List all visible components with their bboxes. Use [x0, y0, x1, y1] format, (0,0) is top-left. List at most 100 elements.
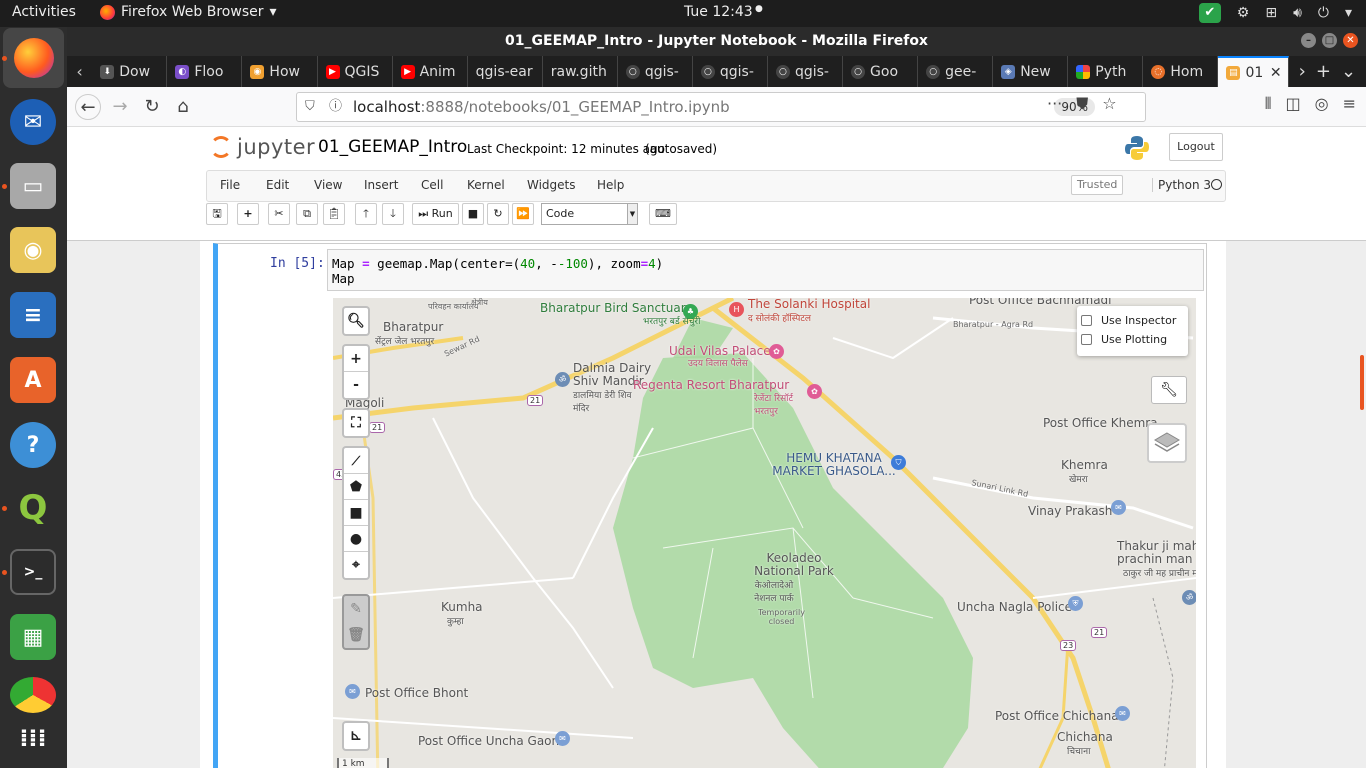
- move-down-icon[interactable]: 🡓: [382, 203, 404, 225]
- browser-tab[interactable]: ◌ Hom: [1143, 56, 1219, 87]
- tabs-scroll-right-icon[interactable]: ›: [1299, 61, 1306, 82]
- use-inspector-checkbox[interactable]: [1081, 315, 1092, 326]
- maximize-icon[interactable]: □: [1322, 33, 1337, 48]
- wrench-icon[interactable]: 🔧︎: [1151, 376, 1187, 404]
- chrome-icon[interactable]: [10, 677, 56, 713]
- police-pin-icon[interactable]: ⛨: [1068, 596, 1083, 611]
- logout-button[interactable]: Logout: [1169, 133, 1223, 161]
- copy-icon[interactable]: ⧉: [296, 203, 318, 225]
- zoom-in-icon[interactable]: +: [344, 346, 368, 372]
- activities-button[interactable]: Activities: [12, 4, 76, 20]
- url-bar[interactable]: ⛉ ⓘ localhost:8888/notebooks/01_GEEMAP_I…: [296, 92, 1146, 122]
- run-button[interactable]: ⏭ Run: [412, 203, 459, 225]
- hospital-pin-icon[interactable]: H: [729, 302, 744, 317]
- power-icon[interactable]: ⏻: [1318, 5, 1329, 21]
- minimize-icon[interactable]: –: [1301, 33, 1316, 48]
- rhythmbox-icon[interactable]: ◉: [10, 227, 56, 273]
- zoom-out-icon[interactable]: -: [344, 372, 368, 398]
- shopping-pin-icon[interactable]: ⛉: [891, 455, 906, 470]
- fullscreen-control[interactable]: ⛶: [342, 408, 370, 438]
- browser-tab[interactable]: ◉ How: [242, 56, 318, 87]
- use-inspector-option[interactable]: Use Inspector: [1081, 314, 1176, 327]
- menu-view[interactable]: View: [314, 178, 342, 192]
- draw-marker-icon[interactable]: ⌖: [344, 552, 368, 578]
- settings-tray-icon[interactable]: ⚙: [1237, 5, 1250, 21]
- sidebar-icon[interactable]: ◫: [1286, 94, 1301, 114]
- close-icon[interactable]: ✕: [1343, 33, 1358, 48]
- page-scrollbar[interactable]: [1360, 355, 1364, 410]
- insert-cell-icon[interactable]: +: [237, 203, 259, 225]
- hotel-pin-icon[interactable]: ✿: [807, 384, 822, 399]
- chevron-down-icon[interactable]: ▾: [1345, 5, 1352, 21]
- restart-icon[interactable]: ↻: [487, 203, 509, 225]
- interrupt-icon[interactable]: ■: [462, 203, 484, 225]
- browser-tab[interactable]: ◈ New: [993, 56, 1069, 87]
- menu-file[interactable]: File: [220, 178, 240, 192]
- paste-icon[interactable]: 📋︎: [323, 203, 345, 225]
- bookmark-star-icon[interactable]: ☆: [1102, 94, 1116, 114]
- measure-control[interactable]: ⊾: [342, 721, 370, 751]
- move-up-icon[interactable]: 🡑: [355, 203, 377, 225]
- leaflet-map[interactable]: Bharatpur Bird Sanctuary भरतपुर बर्ड सैं…: [333, 298, 1196, 768]
- account-icon[interactable]: ◎: [1315, 94, 1329, 114]
- clock[interactable]: Tue 12:43: [684, 4, 753, 20]
- map-search-control[interactable]: 🔍︎: [342, 306, 370, 336]
- writer-icon[interactable]: ≡: [10, 292, 56, 338]
- browser-tab[interactable]: ◐ Floo: [167, 56, 243, 87]
- cell-type-select[interactable]: Code ▼: [541, 203, 638, 225]
- reload-icon[interactable]: ↻: [139, 94, 165, 120]
- browser-tab[interactable]: ○ Goo: [843, 56, 919, 87]
- command-palette-icon[interactable]: ⌨: [649, 203, 677, 225]
- update-check-icon[interactable]: ✔: [1198, 3, 1221, 23]
- menu-kernel[interactable]: Kernel: [467, 178, 505, 192]
- trusted-indicator[interactable]: Trusted: [1071, 175, 1124, 195]
- menu-widgets[interactable]: Widgets: [527, 178, 576, 192]
- show-apps-icon[interactable]: ⁞⁞⁞: [10, 715, 56, 761]
- forward-icon[interactable]: →: [107, 94, 133, 120]
- app-menu[interactable]: Firefox Web Browser ▾: [100, 4, 277, 20]
- notebook-name[interactable]: 01_GEEMAP_Intro: [318, 137, 467, 157]
- hamburger-menu-icon[interactable]: ≡: [1343, 94, 1356, 114]
- search-icon[interactable]: 🔍︎: [344, 308, 368, 334]
- new-tab-icon[interactable]: +: [1316, 61, 1331, 82]
- draw-polyline-icon[interactable]: ⟋: [344, 448, 368, 474]
- network-icon[interactable]: ⊞: [1265, 5, 1277, 21]
- draw-rectangle-icon[interactable]: ■: [344, 500, 368, 526]
- use-plotting-option[interactable]: Use Plotting: [1081, 333, 1167, 346]
- info-icon[interactable]: ⓘ: [329, 93, 342, 121]
- calc-icon[interactable]: ▦: [10, 614, 56, 660]
- post-office-pin-icon[interactable]: ✉: [1111, 500, 1126, 515]
- software-icon[interactable]: A: [10, 357, 56, 403]
- files-icon[interactable]: ▭: [10, 163, 56, 209]
- back-icon[interactable]: ←: [75, 94, 101, 120]
- shield-icon[interactable]: ⛉: [305, 93, 315, 121]
- temple-pin-icon[interactable]: ॐ: [1182, 590, 1196, 605]
- restart-run-all-icon[interactable]: ⏩: [512, 203, 534, 225]
- system-tray[interactable]: ✔ ⚙ ⊞ 🔊︎ ⏻ ▾: [1198, 3, 1352, 23]
- browser-tab[interactable]: raw.gith: [543, 56, 618, 87]
- park-pin-icon[interactable]: ♣: [683, 304, 698, 319]
- menu-cell[interactable]: Cell: [421, 178, 443, 192]
- temple-pin-icon[interactable]: ॐ: [555, 372, 570, 387]
- cut-icon[interactable]: ✂: [268, 203, 290, 225]
- qgis-icon[interactable]: Q: [10, 485, 56, 531]
- active-browser-tab[interactable]: ▤ 01 ✕: [1218, 56, 1289, 87]
- window-titlebar[interactable]: 01_GEEMAP_Intro - Jupyter Notebook - Moz…: [67, 27, 1366, 56]
- browser-tab[interactable]: Pyth: [1068, 56, 1144, 87]
- pocket-icon[interactable]: ⛊: [1076, 94, 1088, 114]
- menu-edit[interactable]: Edit: [266, 178, 289, 192]
- fullscreen-icon[interactable]: ⛶: [344, 410, 368, 436]
- browser-tab[interactable]: ○ qgis-: [618, 56, 693, 87]
- tabs-scroll-left-icon[interactable]: ‹: [67, 56, 92, 87]
- page-actions-icon[interactable]: ···: [1047, 94, 1062, 114]
- browser-tab[interactable]: ○ qgis-: [693, 56, 768, 87]
- edit-layers-icon[interactable]: ✎: [344, 596, 368, 622]
- menu-insert[interactable]: Insert: [364, 178, 398, 192]
- layers-control[interactable]: [1147, 423, 1187, 463]
- post-office-pin-icon[interactable]: ✉: [345, 684, 360, 699]
- browser-tab[interactable]: ○ gee-: [918, 56, 994, 87]
- thunderbird-icon[interactable]: ✉: [10, 99, 56, 145]
- post-office-pin-icon[interactable]: ✉: [1115, 706, 1130, 721]
- browser-tab[interactable]: qgis-ear: [468, 56, 543, 87]
- dock-firefox[interactable]: [3, 28, 64, 88]
